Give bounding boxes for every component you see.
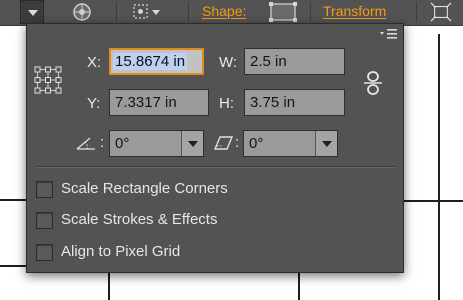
transform-link[interactable]: Transform — [323, 3, 386, 19]
height-field[interactable]: 3.75 in — [244, 89, 345, 116]
panel-menu-icon[interactable] — [379, 27, 399, 41]
shape-properties-icon[interactable] — [268, 2, 298, 22]
control-bar-separator — [416, 2, 417, 22]
align-to-pixel-grid-option[interactable]: Align to Pixel Grid — [36, 243, 296, 263]
rotate-value: 0° — [115, 135, 130, 152]
stage: Shape: Transform X: 15.8674 in W: 2.5 in… — [0, 0, 463, 300]
h-label: H: — [219, 95, 234, 112]
w-label: W: — [219, 54, 238, 71]
align-to-pixel-grid-label: Align to Pixel Grid — [61, 243, 181, 260]
control-bar-separator — [310, 2, 311, 22]
rotate-dropdown[interactable]: 0° — [109, 130, 204, 157]
scale-rectangle-corners-label: Scale Rectangle Corners — [61, 180, 228, 197]
shear-value: 0° — [249, 135, 264, 152]
x-field[interactable]: 15.8674 in — [109, 48, 204, 75]
scale-strokes-effects-checkbox[interactable] — [36, 212, 53, 229]
control-bar-separator — [116, 2, 117, 22]
control-bar-separator — [188, 2, 189, 22]
constrain-proportions-icon[interactable] — [361, 68, 385, 98]
shape-link[interactable]: Shape: — [202, 3, 246, 19]
y-label: Y: — [87, 95, 101, 112]
scale-rectangle-corners-option[interactable]: Scale Rectangle Corners — [36, 180, 296, 200]
rotate-icon — [76, 137, 95, 150]
shear-colon: : — [235, 134, 240, 151]
artboard-vertical-1 — [108, 272, 110, 300]
height-value: 3.75 in — [250, 94, 296, 111]
chevron-down-icon[interactable] — [315, 131, 337, 156]
shear-icon — [213, 136, 234, 150]
transform-each-icon[interactable] — [428, 2, 454, 22]
recolor-artwork-icon[interactable] — [70, 2, 94, 22]
width-field[interactable]: 2.5 in — [244, 48, 345, 75]
control-bar-dropdown-button[interactable] — [20, 0, 44, 24]
artboard-vertical-right — [438, 34, 440, 300]
align-to-pixel-grid-checkbox[interactable] — [36, 244, 53, 261]
chevron-down-icon — [28, 10, 38, 16]
shear-dropdown[interactable]: 0° — [243, 130, 338, 157]
artboard-edge-left — [0, 199, 26, 201]
panel-divider-highlight — [37, 167, 395, 168]
width-value: 2.5 in — [250, 53, 287, 70]
chevron-down-icon[interactable] — [181, 131, 203, 156]
x-value: 15.8674 in — [113, 53, 188, 70]
artboard-edge-right — [404, 200, 463, 202]
rotate-colon: : — [100, 134, 105, 151]
y-field[interactable]: 7.3317 in — [109, 89, 209, 116]
reference-point-icon[interactable] — [33, 65, 63, 95]
scale-strokes-effects-label: Scale Strokes & Effects — [61, 211, 218, 228]
transform-panel: X: 15.8674 in W: 2.5 in Y: 7.3317 in H: … — [26, 23, 404, 273]
artboard-vertical-2 — [298, 272, 300, 300]
isolate-selection-icon[interactable] — [130, 2, 164, 22]
artboard-edge-left-lower — [0, 265, 26, 267]
x-label: X: — [87, 54, 102, 71]
scale-strokes-effects-option[interactable]: Scale Strokes & Effects — [36, 211, 296, 231]
y-value: 7.3317 in — [115, 94, 177, 111]
scale-rectangle-corners-checkbox[interactable] — [36, 181, 53, 198]
